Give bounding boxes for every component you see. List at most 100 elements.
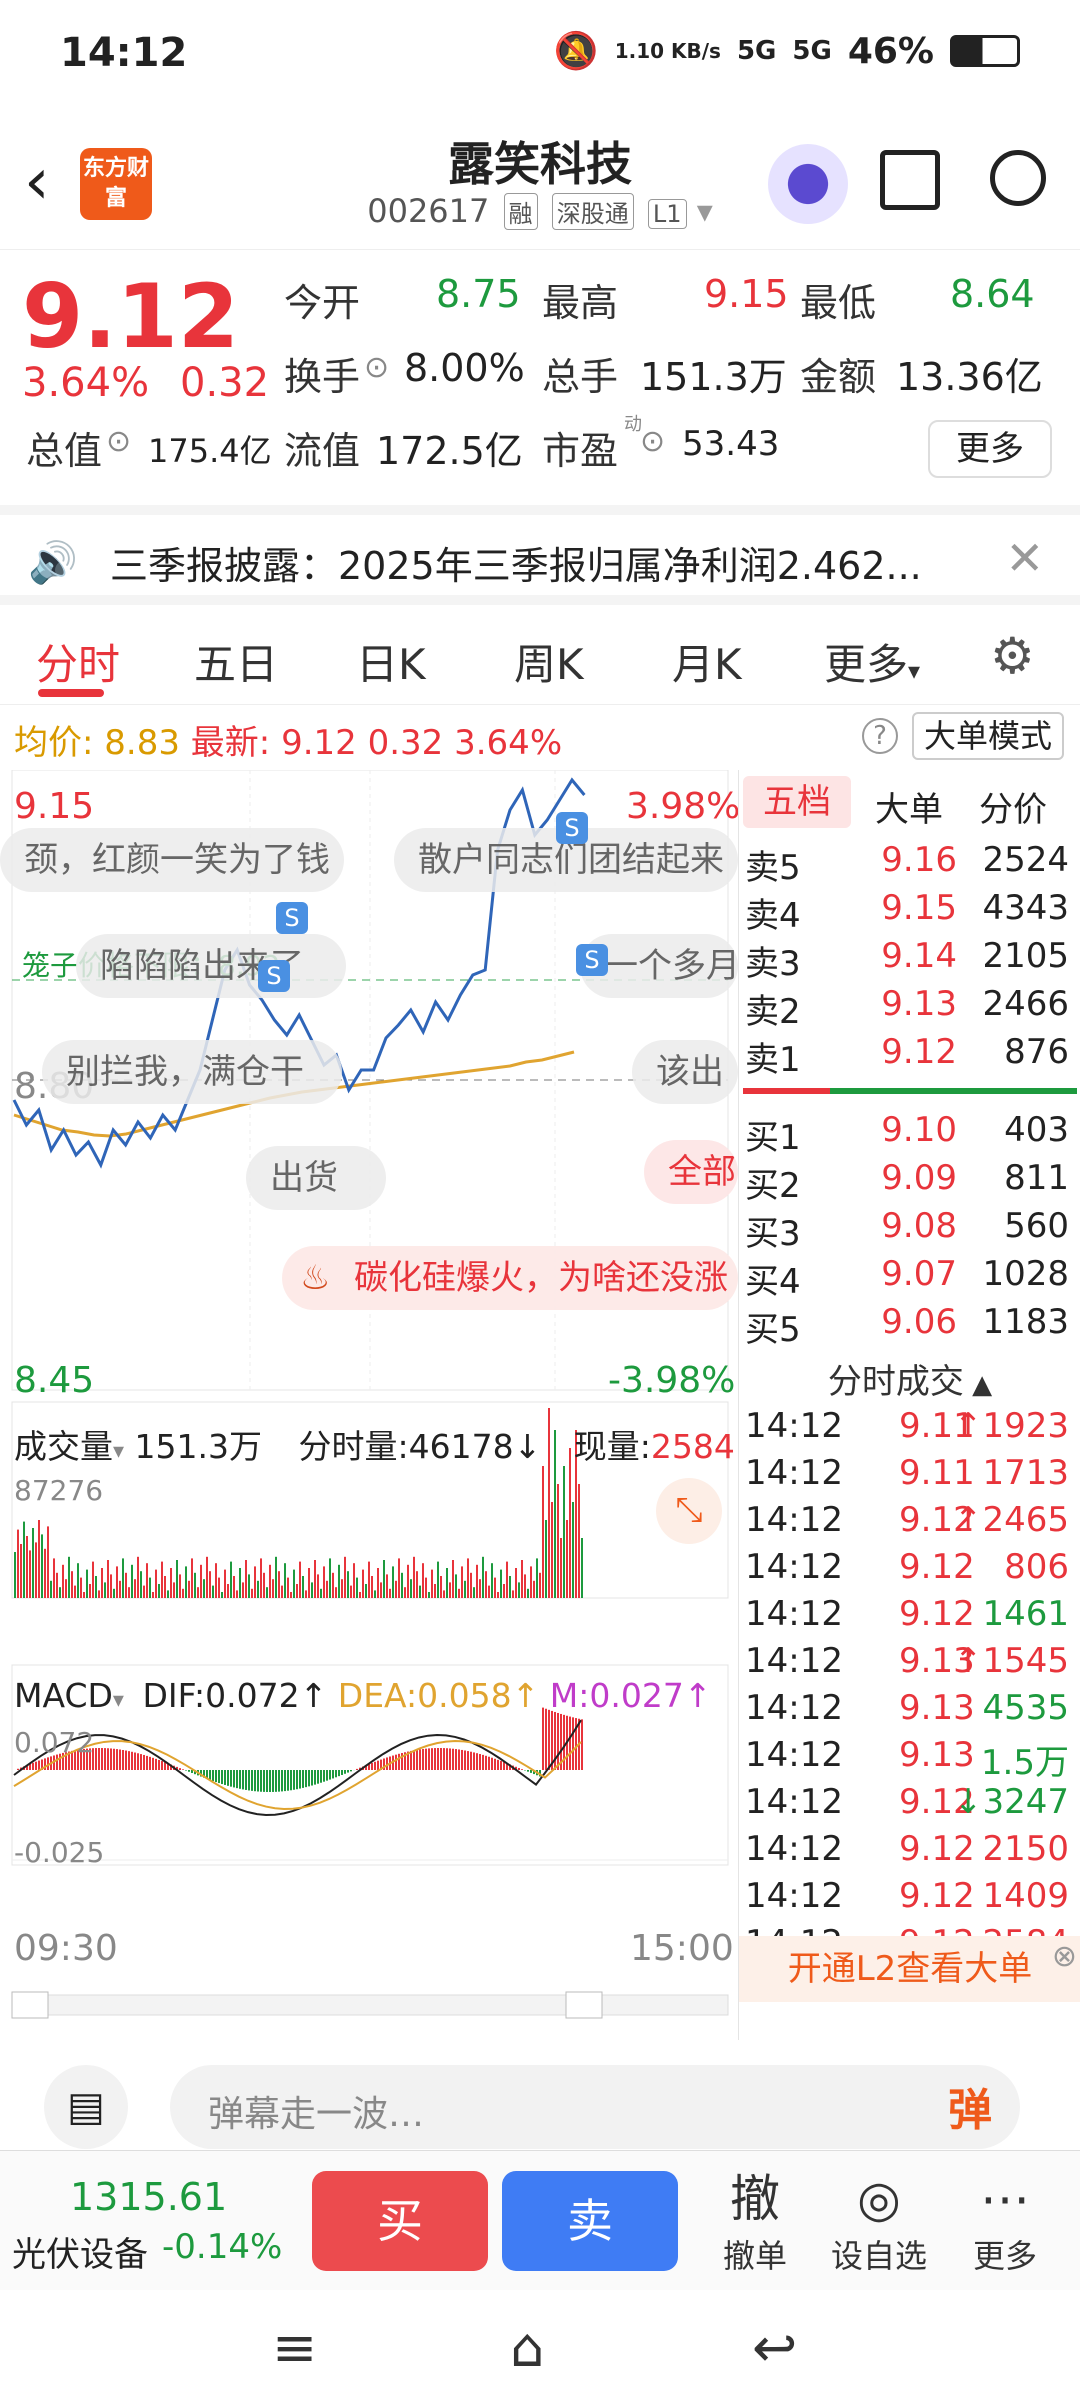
tag-connect: 深股通 [551,193,634,230]
ask-row[interactable]: 卖4 9.15 4343 [739,888,1080,936]
close-icon[interactable]: ⊗ [1052,1924,1077,1990]
help-icon[interactable]: ? [862,718,898,754]
volume-bar [506,1561,508,1598]
latest-label: 最新: [190,723,271,763]
volume-bar [122,1558,124,1598]
trade-volume: 1409 [982,1876,1069,1916]
danmu-hot-topic[interactable]: ♨ 碳化硅爆火，为啥还没涨 [282,1246,738,1310]
tab-more[interactable]: 更多▾ [824,631,920,692]
volume-bar [161,1561,163,1598]
l2-banner-text: 开通L2查看大单 [787,1949,1033,1989]
volume-bar [293,1569,295,1598]
trade-volume: 1713 [982,1453,1069,1493]
menu-icon[interactable]: ≡ [272,2316,317,2379]
macd-bar [275,1770,277,1792]
more-menu-button[interactable]: ⋯ 更多 [950,2167,1060,2277]
volume-bar [23,1521,25,1598]
trade-price: 9.12 [899,1876,975,1916]
volume-bar [272,1579,274,1598]
expand-icon[interactable]: ⤡ [656,1478,722,1544]
macd-bar [410,1750,412,1770]
sell-marker-icon[interactable]: S [556,812,588,844]
buy-button[interactable]: 买 [312,2171,488,2271]
tab-weekly-k[interactable]: 周K [514,631,584,692]
macd-bar [119,1749,121,1770]
level-price: 9.07 [881,1254,957,1294]
tab-five-levels[interactable]: 五档 [743,776,851,828]
macd-bar [503,1762,505,1770]
total-cap-label: 总值 [26,429,103,473]
volume-max-label: 87276 [14,1474,104,1507]
volume-bar [458,1588,460,1598]
ask-row[interactable]: 卖1 9.12 876 [739,1032,1080,1080]
tab-big-orders[interactable]: 大单 [875,782,943,831]
add-watchlist-button[interactable]: ◎ 设自选 [824,2167,934,2277]
tab-five-day[interactable]: 五日 [194,631,278,692]
info-icon[interactable]: ⊙ [364,350,389,385]
macd-bar [107,1748,109,1770]
level-price: 9.06 [881,1302,957,1342]
bid-row[interactable]: 买4 9.07 1028 [739,1254,1080,1302]
ask-row[interactable]: 卖3 9.14 2105 [739,936,1080,984]
danmu-settings-icon[interactable]: ▤ [44,2065,128,2149]
notice-bar[interactable]: 🔊 三季报披露：2025年三季报归属净利润2.462... ✕ [0,505,1080,605]
level-volume: 1183 [982,1302,1069,1342]
volume-bar [233,1576,235,1598]
turnover-label: 换手 [284,355,361,399]
info-icon[interactable]: ⊙ [640,424,665,459]
tab-daily-k[interactable]: 日K [356,631,426,692]
bid-row[interactable]: 买2 9.09 811 [739,1158,1080,1206]
time-scrollbar [11,1994,729,2016]
volume-bar [68,1556,70,1598]
volume-bar [413,1556,415,1598]
sector-index-value[interactable]: 1315.61 [70,2175,227,2219]
ask-row[interactable]: 卖5 9.16 2524 [739,840,1080,888]
back-nav-icon[interactable]: ↩ [752,2316,797,2379]
gear-icon[interactable]: ⚙ [990,627,1035,685]
volume-bar [353,1563,355,1598]
bid-row[interactable]: 买5 9.06 1183 [739,1302,1080,1350]
search-icon[interactable] [990,150,1046,206]
notice-text[interactable]: 三季报披露：2025年三季报归属净利润2.462... [110,535,922,590]
big-order-mode-button[interactable]: 大单模式 [912,712,1064,760]
low-value: 8.64 [950,272,1035,316]
danmu-input[interactable]: 弹幕走一波… [170,2065,1020,2149]
more-quote-button[interactable]: 更多 [928,420,1052,478]
volume-selector[interactable]: 成交量 [14,1427,113,1466]
trade-volume: 1461 [982,1594,1069,1634]
volume-bar [257,1580,259,1598]
volume-bar [380,1582,382,1598]
macd-bar [497,1759,499,1770]
home-icon[interactable]: ⌂ [510,2316,544,2379]
share-icon[interactable] [880,150,940,210]
volume-bar [422,1563,424,1598]
tab-monthly-k[interactable]: 月K [672,631,742,692]
now-volume: 2584 [650,1427,735,1466]
macd-selector[interactable]: MACD [14,1676,113,1715]
volume-bar [512,1590,514,1598]
volume-bar [431,1569,433,1598]
bid-row[interactable]: 买1 9.10 403 [739,1110,1080,1158]
sell-marker-icon[interactable]: S [576,944,608,976]
macd-bar [518,1767,520,1770]
cancel-order-button[interactable]: 撤撤单 [700,2167,810,2277]
bid-row[interactable]: 买3 9.08 560 [739,1206,1080,1254]
assistant-robot-icon[interactable] [768,144,848,224]
info-icon[interactable]: ⊙ [106,424,131,459]
danmu-toggle-button[interactable]: 弹 [932,2073,1008,2149]
close-icon[interactable]: ✕ [1005,531,1044,585]
sell-marker-icon[interactable]: S [276,902,308,934]
change-amount: 0.32 [180,360,270,406]
cancel-order-label: 撤单 [722,2237,787,2275]
sell-marker-icon[interactable]: S [258,960,290,992]
ask-row[interactable]: 卖2 9.13 2466 [739,984,1080,1032]
level-volume: 1028 [982,1254,1069,1294]
tab-intraday[interactable]: 分时 [36,631,120,692]
sector-name[interactable]: 光伏设备 [12,2227,148,2276]
tab-price-dist[interactable]: 分价 [979,782,1047,831]
sell-button[interactable]: 卖 [502,2171,678,2271]
l2-upgrade-banner[interactable]: 开通L2查看大单 ⊗ [739,1936,1080,2002]
trades-title[interactable]: 分时成交 ▲ [739,1354,1080,1403]
macd-bar [371,1762,373,1770]
volume-bar [143,1585,145,1598]
